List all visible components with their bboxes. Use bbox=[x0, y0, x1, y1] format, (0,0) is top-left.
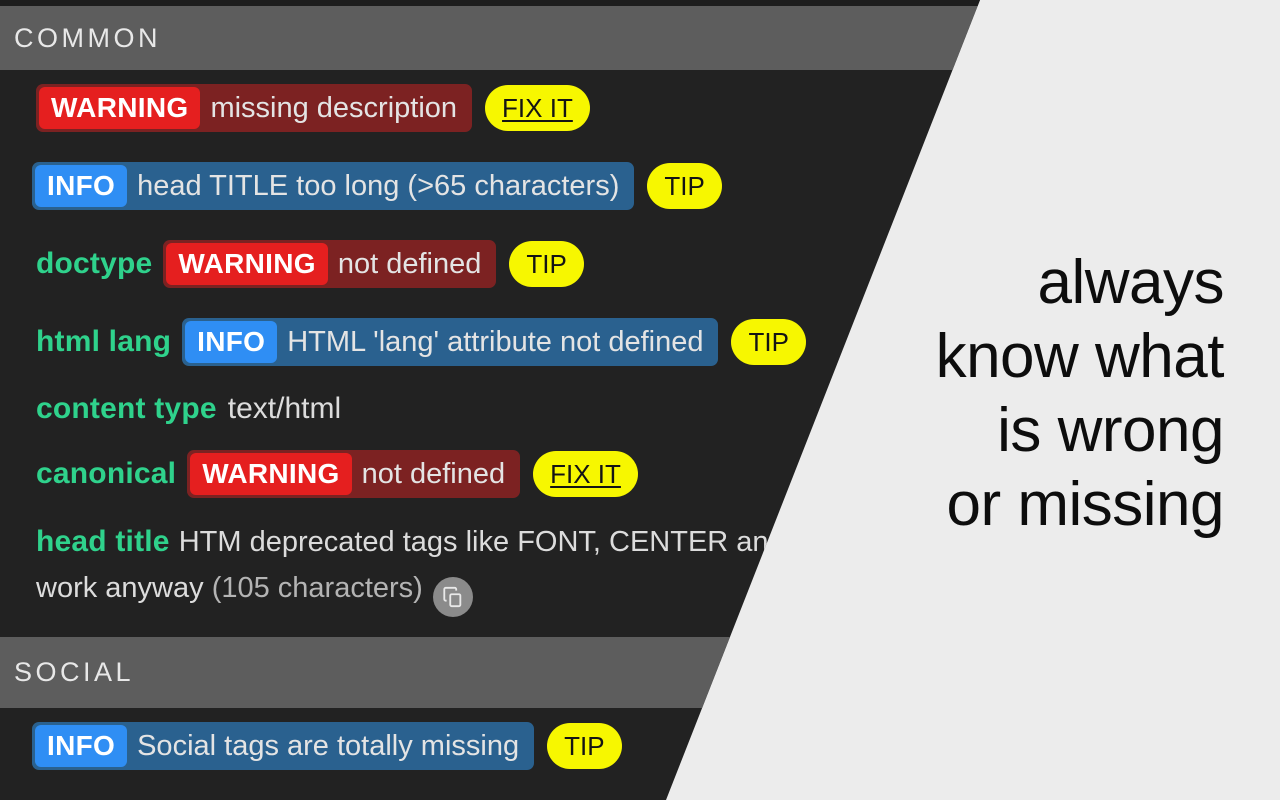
screenshot-stage: COMMON WARNING missing description FIX I… bbox=[0, 0, 1280, 800]
row-key-head-title: head title bbox=[36, 525, 170, 558]
tip-button[interactable]: TIP bbox=[647, 163, 722, 209]
row-doctype: doctype WARNING not defined TIP bbox=[36, 240, 584, 288]
row-missing-description: WARNING missing description FIX IT bbox=[36, 84, 590, 132]
caption-line-4: or missing bbox=[946, 470, 1224, 539]
section-title-common: COMMON bbox=[14, 22, 161, 53]
section-title-social: SOCIAL bbox=[14, 657, 135, 687]
caption-line-1: always bbox=[1037, 248, 1224, 317]
row-html-lang: html lang INFO HTML 'lang' attribute not… bbox=[36, 318, 806, 366]
tip-button[interactable]: TIP bbox=[547, 723, 622, 769]
alert-message: head TITLE too long (>65 characters) bbox=[137, 169, 620, 202]
row-key-html-lang: html lang bbox=[36, 325, 172, 358]
section-header-social: SOCIAL bbox=[0, 637, 980, 708]
row-content-type: content type text/html bbox=[36, 392, 341, 426]
alert-message: missing description bbox=[210, 91, 458, 124]
badge-warning: WARNING bbox=[190, 453, 352, 495]
row-key-canonical: canonical bbox=[36, 457, 177, 490]
promo-caption: always know what is wrong or missing bbox=[724, 246, 1225, 542]
alert-message: HTML 'lang' attribute not defined bbox=[287, 325, 704, 358]
tip-button[interactable]: TIP bbox=[509, 241, 584, 287]
badge-warning: WARNING bbox=[39, 87, 201, 129]
head-title-charcount: (105 characters) bbox=[211, 572, 423, 604]
copy-icon[interactable] bbox=[432, 577, 473, 617]
row-social-tags-missing: INFO Social tags are totally missing TIP bbox=[32, 722, 622, 770]
alert-message: not defined bbox=[361, 457, 506, 490]
row-canonical: canonical WARNING not defined FIX IT bbox=[36, 450, 638, 498]
badge-info: INFO bbox=[185, 321, 278, 363]
alert-info: INFO Social tags are totally missing bbox=[32, 722, 535, 770]
alert-warning: WARNING not defined bbox=[187, 450, 521, 498]
caption-line-3: is wrong bbox=[997, 396, 1224, 465]
badge-info: INFO bbox=[35, 165, 128, 207]
alert-info: INFO head TITLE too long (>65 characters… bbox=[32, 162, 635, 210]
row-key-doctype: doctype bbox=[36, 247, 153, 280]
row-value-content-type: text/html bbox=[227, 392, 342, 425]
badge-warning: WARNING bbox=[166, 243, 328, 285]
fix-it-button[interactable]: FIX IT bbox=[485, 85, 590, 131]
alert-warning: WARNING not defined bbox=[163, 240, 497, 288]
badge-info: INFO bbox=[35, 725, 128, 767]
alert-message: Social tags are totally missing bbox=[137, 729, 520, 762]
alert-warning: WARNING missing description bbox=[36, 84, 473, 132]
fix-it-button[interactable]: FIX IT bbox=[533, 451, 638, 497]
caption-line-2: know what bbox=[935, 322, 1225, 391]
row-head-title-too-long: INFO head TITLE too long (>65 characters… bbox=[32, 162, 722, 210]
alert-message: not defined bbox=[337, 247, 482, 280]
alert-info: INFO HTML 'lang' attribute not defined bbox=[182, 318, 719, 366]
row-key-content-type: content type bbox=[36, 392, 217, 425]
section-header-common: COMMON bbox=[0, 6, 980, 70]
